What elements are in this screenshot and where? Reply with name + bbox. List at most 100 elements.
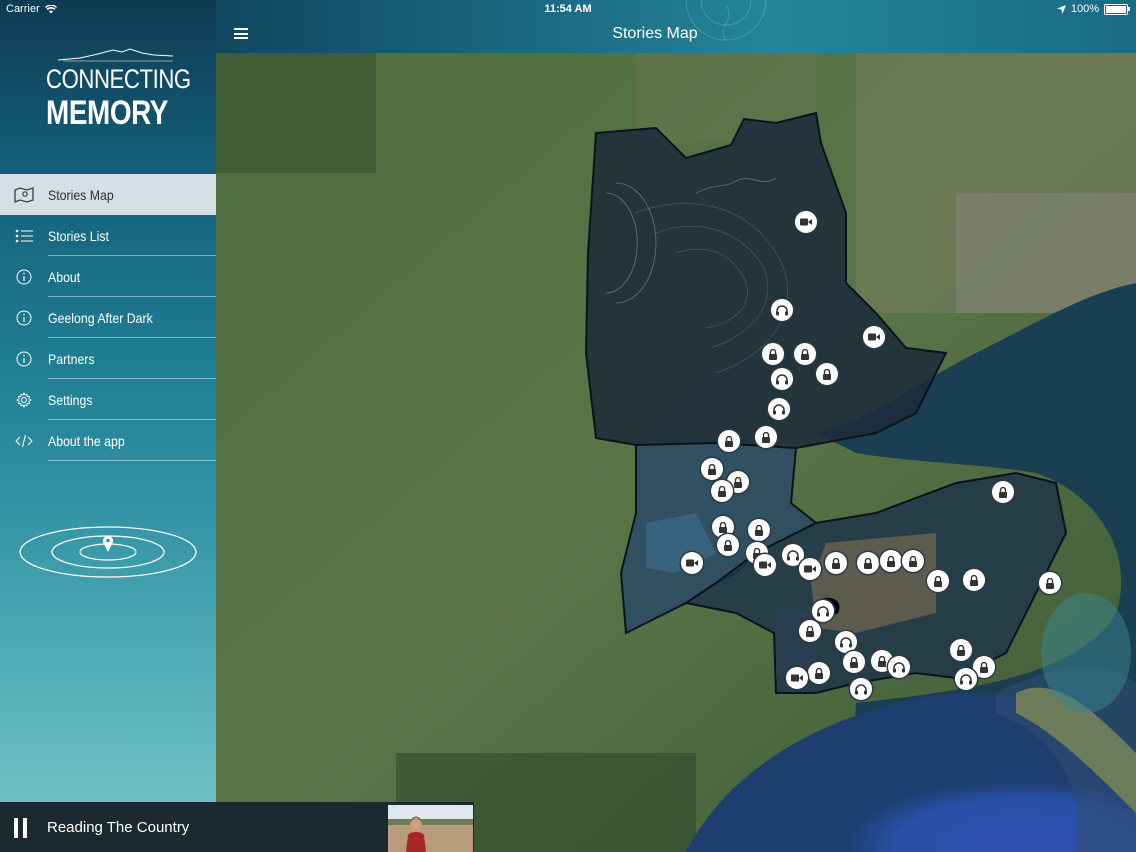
headphones-icon bbox=[817, 605, 829, 616]
lock-icon bbox=[832, 557, 840, 569]
headphones-icon bbox=[787, 549, 799, 560]
location-arrow-icon bbox=[1056, 4, 1066, 14]
sidebar-item-about[interactable]: About bbox=[0, 256, 216, 297]
map-marker-video[interactable] bbox=[863, 326, 885, 348]
sidebar-item-stories-map[interactable]: Stories Map bbox=[0, 174, 216, 215]
video-icon bbox=[686, 559, 698, 567]
map-marker-locked[interactable] bbox=[755, 426, 777, 448]
sidebar-item-label: About the app bbox=[48, 432, 125, 449]
lock-icon bbox=[850, 656, 858, 668]
lock-icon bbox=[755, 524, 763, 536]
video-icon bbox=[759, 561, 771, 569]
sidebar-item-settings[interactable]: Settings bbox=[0, 379, 216, 420]
lock-icon bbox=[724, 539, 732, 551]
lock-icon bbox=[769, 348, 777, 360]
map-marker-locked[interactable] bbox=[794, 343, 816, 365]
map-marker-audio[interactable] bbox=[888, 656, 910, 678]
map-marker-locked[interactable] bbox=[880, 550, 902, 572]
info-icon bbox=[16, 269, 32, 284]
map-marker-locked[interactable] bbox=[711, 480, 733, 502]
map-marker-locked[interactable] bbox=[902, 550, 924, 572]
map-marker-audio[interactable] bbox=[850, 678, 872, 700]
video-icon bbox=[804, 565, 816, 573]
page-title: Stories Map bbox=[612, 25, 698, 42]
map-marker-video[interactable] bbox=[681, 552, 703, 574]
lock-icon bbox=[762, 431, 770, 443]
map-marker-locked[interactable] bbox=[701, 458, 723, 480]
map-marker-locked[interactable] bbox=[762, 343, 784, 365]
logo-line1: CONNECTING bbox=[46, 64, 191, 94]
lock-icon bbox=[887, 555, 895, 567]
sidebar: CONNECTING MEMORY Stories Map Stories Li… bbox=[0, 0, 216, 802]
lock-icon bbox=[734, 476, 742, 488]
video-icon bbox=[791, 674, 803, 682]
info-icon bbox=[16, 310, 32, 325]
map-marker-locked[interactable] bbox=[843, 651, 865, 673]
lock-icon bbox=[1046, 577, 1054, 589]
sidebar-item-geelong-after-dark[interactable]: Geelong After Dark bbox=[0, 297, 216, 338]
sidebar-menu: Stories Map Stories List About Geelong A… bbox=[0, 174, 216, 461]
map-marker-locked[interactable] bbox=[718, 430, 740, 452]
headphones-icon bbox=[776, 373, 788, 384]
status-time: 11:54 AM bbox=[544, 3, 592, 15]
map-marker-locked[interactable] bbox=[717, 534, 739, 556]
lock-icon bbox=[980, 661, 988, 673]
map-marker-locked[interactable] bbox=[992, 481, 1014, 503]
lock-icon bbox=[934, 575, 942, 587]
lock-icon bbox=[801, 348, 809, 360]
sidebar-item-partners[interactable]: Partners bbox=[0, 338, 216, 379]
lock-icon bbox=[957, 644, 965, 656]
map-marker-locked[interactable] bbox=[1039, 572, 1061, 594]
headphones-icon bbox=[893, 661, 905, 672]
map-marker-audio[interactable] bbox=[955, 668, 977, 690]
logo-line2: MEMORY bbox=[46, 94, 168, 132]
map-marker-locked[interactable] bbox=[857, 552, 879, 574]
map-marker-video[interactable] bbox=[786, 667, 808, 689]
map-marker-video[interactable] bbox=[799, 558, 821, 580]
sidebar-item-label: Stories Map bbox=[48, 186, 114, 203]
battery-percent: 100% bbox=[1070, 3, 1099, 15]
track-thumbnail[interactable] bbox=[388, 805, 473, 852]
map-marker-locked[interactable] bbox=[748, 519, 770, 541]
map-marker-audio[interactable] bbox=[835, 631, 857, 653]
audio-player-bar: Reading The Country bbox=[0, 802, 474, 852]
map-marker-locked[interactable] bbox=[808, 662, 830, 684]
video-icon bbox=[800, 218, 812, 226]
lock-icon bbox=[815, 667, 823, 679]
battery-icon bbox=[1104, 3, 1130, 15]
sidebar-item-label: About bbox=[48, 268, 81, 285]
sidebar-item-stories-list[interactable]: Stories List bbox=[0, 215, 216, 256]
code-icon bbox=[15, 434, 33, 447]
sidebar-item-label: Partners bbox=[48, 350, 95, 367]
sidebar-item-label: Geelong After Dark bbox=[48, 309, 153, 326]
map-marker-locked[interactable] bbox=[816, 363, 838, 385]
headphones-icon bbox=[960, 673, 972, 684]
lock-icon bbox=[909, 555, 917, 567]
map-marker-audio[interactable] bbox=[771, 299, 793, 321]
stories-map[interactable] bbox=[216, 53, 1136, 852]
map-marker-locked[interactable] bbox=[825, 552, 847, 574]
lock-icon bbox=[970, 574, 978, 586]
headphones-icon bbox=[773, 403, 785, 414]
map-marker-locked[interactable] bbox=[950, 639, 972, 661]
map-marker-video[interactable] bbox=[795, 211, 817, 233]
lock-icon bbox=[878, 655, 886, 667]
lock-icon bbox=[718, 485, 726, 497]
sidebar-item-about-the-app[interactable]: About the app bbox=[0, 420, 216, 461]
pause-button[interactable] bbox=[14, 818, 28, 838]
map-marker-audio[interactable] bbox=[812, 600, 834, 622]
map-marker-video[interactable] bbox=[754, 554, 776, 576]
lock-icon bbox=[806, 625, 814, 637]
location-ripple-icon bbox=[19, 526, 197, 578]
map-marker-audio[interactable] bbox=[768, 398, 790, 420]
lock-icon bbox=[999, 486, 1007, 498]
list-icon bbox=[15, 229, 33, 242]
map-marker-locked[interactable] bbox=[963, 569, 985, 591]
info-icon bbox=[16, 351, 32, 366]
map-marker-audio[interactable] bbox=[771, 368, 793, 390]
map-marker-locked[interactable] bbox=[927, 570, 949, 592]
map-marker-locked[interactable] bbox=[799, 620, 821, 642]
mountain-logo-icon bbox=[58, 48, 173, 62]
map-icon bbox=[14, 186, 34, 203]
lock-icon bbox=[719, 521, 727, 533]
